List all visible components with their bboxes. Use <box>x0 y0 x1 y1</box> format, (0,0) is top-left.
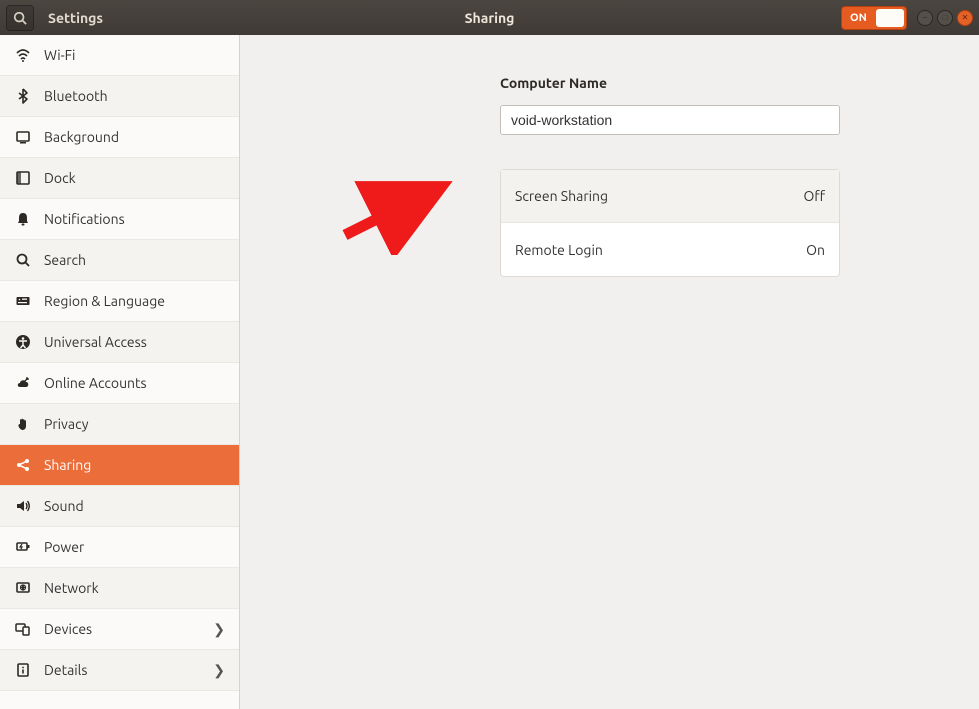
sidebar-item-label: Network <box>44 580 225 596</box>
maximize-icon: □ <box>943 14 948 22</box>
online-accounts-icon <box>14 375 32 391</box>
sidebar-item-privacy[interactable]: Privacy <box>0 404 239 445</box>
sidebar-item-region-language[interactable]: Region & Language <box>0 281 239 322</box>
sidebar-item-search[interactable]: Search <box>0 240 239 281</box>
sidebar-item-label: Privacy <box>44 416 225 432</box>
chevron-right-icon: ❯ <box>213 662 225 679</box>
sidebar-item-power[interactable]: Power <box>0 527 239 568</box>
sidebar-item-bluetooth[interactable]: Bluetooth <box>0 76 239 117</box>
privacy-icon <box>14 416 32 432</box>
sidebar-item-devices[interactable]: Devices❯ <box>0 609 239 650</box>
sidebar-item-label: Notifications <box>44 211 225 227</box>
main-content: Computer Name Screen SharingOffRemote Lo… <box>240 35 979 709</box>
sharing-icon <box>14 457 32 473</box>
header-search-button[interactable] <box>6 5 34 31</box>
sidebar-item-label: Details <box>44 662 213 678</box>
sidebar-item-label: Search <box>44 252 225 268</box>
devices-icon <box>14 621 32 637</box>
app-title: Settings <box>48 10 103 26</box>
computer-name-input[interactable] <box>500 105 840 135</box>
screen-sharing-row[interactable]: Screen SharingOff <box>501 170 839 223</box>
sidebar-item-label: Devices <box>44 621 213 637</box>
sound-icon <box>14 498 32 514</box>
sidebar-item-sharing[interactable]: Sharing <box>0 445 239 486</box>
sidebar-item-universal-access[interactable]: Universal Access <box>0 322 239 363</box>
window-controls: – □ ✕ <box>917 10 973 26</box>
toggle-handle <box>876 9 904 27</box>
sidebar-item-dock[interactable]: Dock <box>0 158 239 199</box>
close-icon: ✕ <box>962 14 969 22</box>
minimize-button[interactable]: – <box>917 10 933 26</box>
sidebar-item-wifi[interactable]: Wi-Fi <box>0 35 239 76</box>
sidebar-item-label: Region & Language <box>44 293 225 309</box>
sidebar-item-label: Sound <box>44 498 225 514</box>
network-icon <box>14 580 32 596</box>
sidebar: Wi-Fi Bluetooth Background Dock Notification… <box>0 35 240 709</box>
sidebar-item-label: Sharing <box>44 457 225 473</box>
sidebar-item-network[interactable]: Network <box>0 568 239 609</box>
sidebar-item-details[interactable]: Details❯ <box>0 650 239 691</box>
sidebar-item-label: Power <box>44 539 225 555</box>
search-icon <box>13 11 27 25</box>
annotation-arrow-icon <box>335 175 455 255</box>
remote-login-label: Remote Login <box>515 242 806 258</box>
close-button[interactable]: ✕ <box>957 10 973 26</box>
screen-sharing-label: Screen Sharing <box>515 188 803 204</box>
sharing-master-toggle[interactable]: ON <box>841 6 907 30</box>
bluetooth-icon <box>14 88 32 104</box>
sidebar-item-label: Wi-Fi <box>44 47 225 63</box>
sidebar-item-notifications[interactable]: Notifications <box>0 199 239 240</box>
universal-access-icon <box>14 334 32 350</box>
search-icon <box>14 252 32 268</box>
sidebar-item-label: Online Accounts <box>44 375 225 391</box>
remote-login-status: On <box>806 242 825 258</box>
notifications-icon <box>14 211 32 227</box>
maximize-button[interactable]: □ <box>937 10 953 26</box>
minimize-icon: – <box>923 14 927 22</box>
sidebar-item-sound[interactable]: Sound <box>0 486 239 527</box>
remote-login-row[interactable]: Remote LoginOn <box>501 223 839 276</box>
toggle-label: ON <box>842 12 867 24</box>
wifi-icon <box>14 47 32 63</box>
sidebar-item-background[interactable]: Background <box>0 117 239 158</box>
titlebar: Settings Sharing ON – □ ✕ <box>0 0 979 35</box>
sharing-services-panel: Screen SharingOffRemote LoginOn <box>500 169 840 277</box>
sidebar-item-label: Bluetooth <box>44 88 225 104</box>
sidebar-item-online-accounts[interactable]: Online Accounts <box>0 363 239 404</box>
details-icon <box>14 662 32 678</box>
screen-sharing-status: Off <box>803 188 825 204</box>
sidebar-item-label: Dock <box>44 170 225 186</box>
region-language-icon <box>14 293 32 309</box>
page-title: Sharing <box>465 10 515 26</box>
dock-icon <box>14 170 32 186</box>
computer-name-label: Computer Name <box>500 75 919 91</box>
power-icon <box>14 539 32 555</box>
background-icon <box>14 129 32 145</box>
sidebar-item-label: Background <box>44 129 225 145</box>
sidebar-item-label: Universal Access <box>44 334 225 350</box>
chevron-right-icon: ❯ <box>213 621 225 638</box>
